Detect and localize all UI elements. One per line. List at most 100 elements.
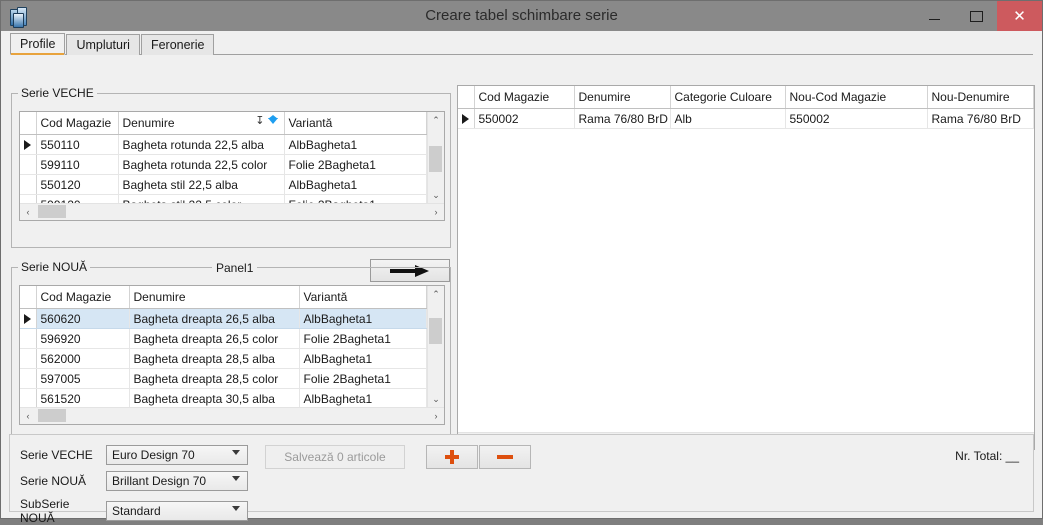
close-button[interactable]: ✕	[997, 1, 1042, 31]
cell-denumire: Bagheta stil 22,5 alba	[118, 174, 285, 195]
column-header-cod-magazie[interactable]: Cod Magazie	[36, 112, 119, 135]
horizontal-scroll-thumb[interactable]	[38, 409, 66, 422]
field-new-subseries: SubSerie NOUĂ Standard	[20, 497, 248, 525]
table-row[interactable]: 562000 Bagheta dreapta 28,5 alba AlbBagh…	[20, 348, 427, 369]
scroll-left-icon[interactable]: ‹	[20, 408, 36, 424]
tab-strip: Profile Umpluturi Feronerie	[10, 33, 1033, 55]
cell-varianta: AlbBagheta1	[284, 174, 427, 195]
cell-denumire: Bagheta dreapta 26,5 alba	[129, 308, 300, 329]
vertical-scrollbar[interactable]: ⌃ ⌄	[427, 286, 444, 407]
row-marker-cell	[20, 368, 37, 389]
column-header-varianta[interactable]: Variantă	[284, 112, 427, 135]
new-series-dropdown[interactable]: Brillant Design 70	[106, 471, 248, 491]
column-header-denumire[interactable]: Denumire ↧	[118, 112, 285, 135]
add-button[interactable]	[426, 445, 478, 469]
sort-descending-icon: ↧	[255, 115, 265, 127]
horizontal-scrollbar[interactable]: ‹ ›	[20, 203, 444, 220]
cell-varianta: AlbBagheta1	[284, 134, 427, 155]
vertical-scroll-thumb[interactable]	[429, 146, 442, 172]
cell-varianta: AlbBagheta1	[299, 308, 427, 329]
filter-diamond-icon[interactable]	[267, 115, 278, 124]
window-controls: ✕	[913, 1, 1042, 31]
cell-cod-magazie: 561520	[36, 388, 130, 409]
vertical-scrollbar[interactable]: ⌃ ⌄	[427, 112, 444, 203]
scroll-up-icon[interactable]: ⌃	[428, 112, 444, 128]
column-header-nou-cod-magazie[interactable]: Nou-Cod Magazie	[785, 86, 928, 109]
column-header-denumire[interactable]: Denumire	[574, 86, 671, 109]
column-header-categorie-culoare[interactable]: Categorie Culoare	[670, 86, 786, 109]
tab-feronerie[interactable]: Feronerie	[140, 34, 215, 55]
grid-result-body: 550002 Rama 76/80 BrD Alb 550002 Rama 76…	[458, 108, 1034, 129]
grid-result[interactable]: Cod Magazie Denumire Categorie Culoare N…	[457, 85, 1035, 450]
horizontal-scroll-thumb[interactable]	[38, 205, 66, 218]
remove-button[interactable]	[479, 445, 531, 469]
horizontal-scroll-track[interactable]	[36, 204, 428, 220]
row-header-cell	[20, 286, 37, 309]
table-row[interactable]: 550002 Rama 76/80 BrD Alb 550002 Rama 76…	[458, 108, 1034, 129]
column-header-varianta[interactable]: Variantă	[299, 286, 427, 309]
total-count-value: __	[1005, 449, 1019, 463]
cell-varianta: Folie 2Bagheta1	[299, 368, 427, 389]
table-row[interactable]: 550110 Bagheta rotunda 22,5 alba AlbBagh…	[20, 134, 427, 155]
scroll-down-icon[interactable]: ⌄	[428, 187, 444, 203]
maximize-button[interactable]	[955, 1, 997, 31]
save-button[interactable]: Salvează 0 articole	[265, 445, 405, 469]
new-subseries-dropdown[interactable]: Standard	[106, 501, 248, 521]
table-row[interactable]: 561520 Bagheta dreapta 30,5 alba AlbBagh…	[20, 388, 427, 409]
group-new-series: Serie NOUĂ Panel1 Cod Magazie Denumire V…	[11, 260, 451, 452]
cell-denumire: Bagheta rotunda 22,5 alba	[118, 134, 285, 155]
cell-denumire: Bagheta dreapta 26,5 color	[129, 328, 300, 349]
total-count: Nr. Total: __	[955, 449, 1019, 463]
table-row[interactable]: 550120 Bagheta stil 22,5 alba AlbBagheta…	[20, 174, 427, 195]
scroll-left-icon[interactable]: ‹	[20, 204, 36, 220]
vertical-scroll-track[interactable]	[428, 128, 444, 187]
table-row[interactable]: 597005 Bagheta dreapta 28,5 color Folie …	[20, 368, 427, 389]
cell-denumire: Rama 76/80 BrD	[574, 108, 671, 129]
row-marker-cell	[20, 348, 37, 369]
scroll-right-icon[interactable]: ›	[428, 204, 444, 220]
old-series-dropdown[interactable]: Euro Design 70	[106, 445, 248, 465]
minimize-button[interactable]	[913, 1, 955, 31]
table-row[interactable]: 560620 Bagheta dreapta 26,5 alba AlbBagh…	[20, 308, 427, 329]
app-icon	[9, 7, 27, 28]
tab-profile[interactable]: Profile	[10, 33, 66, 55]
row-marker-cell	[20, 174, 37, 195]
cell-cod-magazie: 562000	[36, 348, 130, 369]
window-title: Creare tabel schimbare serie	[425, 7, 618, 24]
title-bar: Creare tabel schimbare serie ✕	[1, 1, 1042, 31]
scroll-up-icon[interactable]: ⌃	[428, 286, 444, 302]
column-header-cod-magazie[interactable]: Cod Magazie	[36, 286, 130, 309]
plus-icon	[445, 450, 459, 464]
current-row-icon	[24, 140, 32, 151]
column-header-cod-magazie[interactable]: Cod Magazie	[474, 86, 575, 109]
group-old-series-title: Serie VECHE	[18, 86, 97, 100]
cell-nou-denumire: Rama 76/80 BrD	[927, 108, 1034, 129]
scroll-right-icon[interactable]: ›	[428, 408, 444, 424]
field-new-series-label: Serie NOUĂ	[20, 474, 87, 488]
application-window: Creare tabel schimbare serie ✕ Profile U…	[0, 0, 1043, 525]
horizontal-scroll-track[interactable]	[36, 408, 428, 424]
vertical-scroll-thumb[interactable]	[429, 318, 442, 344]
table-header-row: Cod Magazie Denumire ↧ Variantă	[20, 112, 427, 135]
table-row[interactable]: 596920 Bagheta dreapta 26,5 color Folie …	[20, 328, 427, 349]
tab-umpluturi[interactable]: Umpluturi	[66, 34, 140, 55]
table-header-row: Cod Magazie Denumire Variantă	[20, 286, 427, 309]
column-header-denumire[interactable]: Denumire	[129, 286, 300, 309]
vertical-scroll-track[interactable]	[428, 302, 444, 391]
column-header-denumire-label: Denumire	[122, 116, 175, 130]
cell-categorie-culoare: Alb	[670, 108, 786, 129]
sort-indicator: ↧	[255, 114, 278, 128]
grid-new-series-table: Cod Magazie Denumire Variantă 560620 Bag…	[20, 286, 427, 424]
chevron-down-icon	[232, 450, 240, 455]
cell-cod-magazie: 597005	[36, 368, 130, 389]
scroll-down-icon[interactable]: ⌄	[428, 391, 444, 407]
old-series-dropdown-value: Euro Design 70	[112, 448, 195, 462]
grid-new-series[interactable]: Cod Magazie Denumire Variantă 560620 Bag…	[19, 285, 445, 425]
horizontal-scrollbar[interactable]: ‹ ›	[20, 407, 444, 424]
current-row-icon	[462, 114, 470, 125]
column-header-nou-denumire[interactable]: Nou-Denumire	[927, 86, 1034, 109]
row-marker-cell	[20, 154, 37, 175]
grid-result-table: Cod Magazie Denumire Categorie Culoare N…	[458, 86, 1034, 129]
grid-old-series[interactable]: Cod Magazie Denumire ↧ Variantă 550110 B…	[19, 111, 445, 221]
table-row[interactable]: 599110 Bagheta rotunda 22,5 color Folie …	[20, 154, 427, 175]
